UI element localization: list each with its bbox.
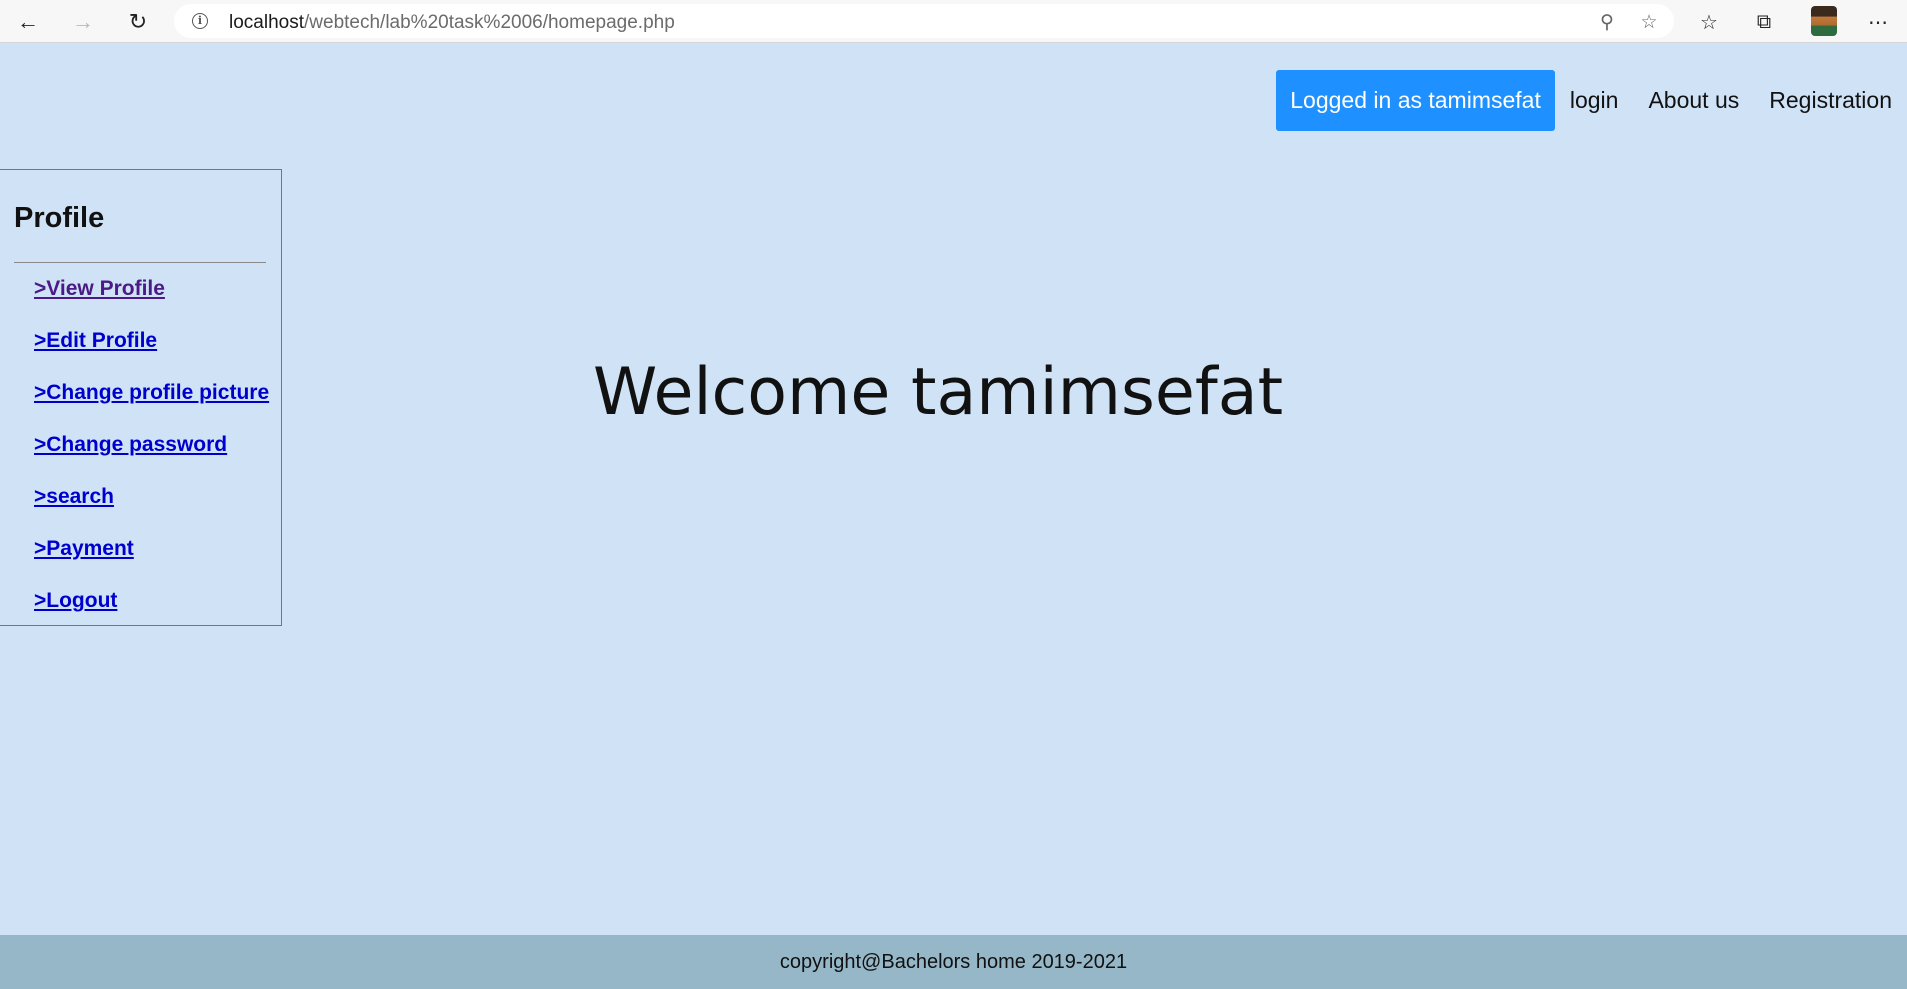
about-us-link[interactable]: About us bbox=[1633, 70, 1754, 131]
site-info-icon[interactable]: i bbox=[192, 13, 208, 29]
change-password-link[interactable]: >Change password bbox=[34, 430, 269, 482]
collections-icon[interactable]: ⧉ bbox=[1748, 6, 1780, 38]
key-icon[interactable]: ⚲ bbox=[1594, 9, 1620, 35]
forward-icon[interactable]: → bbox=[67, 6, 99, 38]
view-profile-link[interactable]: >View Profile bbox=[34, 274, 269, 326]
profile-avatar[interactable] bbox=[1811, 6, 1837, 36]
login-link[interactable]: login bbox=[1555, 70, 1634, 131]
more-options-icon[interactable]: ⋯ bbox=[1862, 6, 1894, 38]
profile-divider bbox=[14, 262, 266, 263]
url-text[interactable]: localhost/webtech/lab%20task%2006/homepa… bbox=[229, 12, 675, 34]
address-bar[interactable]: i localhost/webtech/lab%20task%2006/home… bbox=[174, 4, 1674, 38]
search-link[interactable]: >search bbox=[34, 482, 269, 534]
reload-icon[interactable]: ↻ bbox=[122, 6, 154, 38]
top-navigation: Logged in as tamimsefat login About us R… bbox=[1276, 70, 1907, 131]
profile-links: >View Profile >Edit Profile >Change prof… bbox=[34, 274, 269, 638]
browser-toolbar: ← → ↻ i localhost/webtech/lab%20task%200… bbox=[0, 0, 1907, 43]
welcome-heading: Welcome tamimsefat bbox=[593, 355, 1284, 430]
profile-panel: Profile >View Profile >Edit Profile >Cha… bbox=[0, 169, 282, 626]
back-icon[interactable]: ← bbox=[12, 6, 44, 38]
registration-link[interactable]: Registration bbox=[1754, 70, 1907, 131]
logout-link[interactable]: >Logout bbox=[34, 586, 269, 638]
change-profile-picture-link[interactable]: >Change profile picture bbox=[34, 378, 269, 430]
favorites-icon[interactable]: ☆ bbox=[1693, 6, 1725, 38]
url-host: localhost bbox=[229, 12, 304, 33]
payment-link[interactable]: >Payment bbox=[34, 534, 269, 586]
url-path: /webtech/lab%20task%2006/homepage.php bbox=[304, 12, 675, 33]
add-favorite-icon[interactable]: ☆ bbox=[1636, 9, 1662, 35]
logged-in-status-button[interactable]: Logged in as tamimsefat bbox=[1276, 70, 1555, 131]
edit-profile-link[interactable]: >Edit Profile bbox=[34, 326, 269, 378]
footer: copyright@Bachelors home 2019-2021 bbox=[0, 935, 1907, 989]
profile-title: Profile bbox=[14, 202, 105, 234]
footer-copyright: copyright@Bachelors home 2019-2021 bbox=[779, 950, 1128, 973]
